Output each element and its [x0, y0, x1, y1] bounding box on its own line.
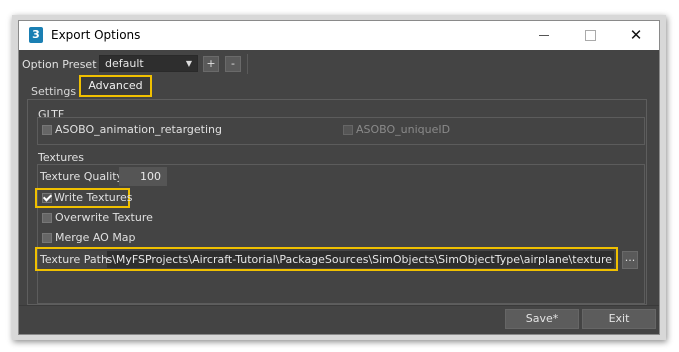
texture-path-value: Documents\MyFSProjects\Aircraft-Tutorial… — [107, 253, 612, 266]
close-icon: ✕ — [629, 26, 643, 44]
window-title: Export Options — [51, 28, 141, 42]
animation-retargeting-label: ASOBO_animation_retargeting — [55, 123, 222, 136]
maximize-icon — [584, 29, 596, 41]
unique-id-label: ASOBO_uniqueID — [356, 123, 451, 136]
save-button[interactable]: Save* — [505, 309, 579, 329]
merge-ao-map-checkbox[interactable] — [42, 233, 52, 243]
export-options-window: 3 Export Options ✕ Option Preset : defau… — [18, 20, 660, 335]
toolbar-separator — [247, 54, 248, 74]
write-textures-label: Write Textures — [54, 191, 133, 204]
title-bar: 3 Export Options ✕ — [19, 21, 659, 50]
texture-quality-spinner[interactable]: 100 — [119, 167, 167, 186]
add-preset-button[interactable]: + — [203, 56, 219, 72]
texture-path-label: Texture Path — [40, 253, 108, 266]
tab-advanced[interactable]: Advanced — [79, 75, 152, 97]
texture-quality-label: Texture Quality — [40, 170, 124, 183]
unique-id-checkbox[interactable] — [343, 125, 353, 135]
minimize-icon — [539, 34, 549, 36]
animation-retargeting-checkbox[interactable] — [42, 125, 52, 135]
merge-ao-map-label: Merge AO Map — [55, 231, 136, 244]
exit-button[interactable]: Exit — [582, 309, 656, 329]
textures-group-title: Textures — [38, 151, 84, 164]
remove-preset-button[interactable]: - — [225, 56, 241, 72]
write-textures-checkbox[interactable] — [42, 193, 52, 203]
minimize-button[interactable] — [521, 21, 567, 50]
overwrite-texture-checkbox[interactable] — [42, 213, 52, 223]
option-preset-label: Option Preset : — [22, 58, 104, 71]
close-button[interactable]: ✕ — [613, 21, 659, 50]
maximize-button[interactable] — [567, 21, 613, 50]
chevron-down-icon: ▼ — [185, 59, 192, 68]
option-preset-value: default — [105, 57, 144, 70]
footer-divider — [19, 305, 659, 306]
option-preset-dropdown[interactable]: default ▼ — [99, 55, 198, 72]
browse-button[interactable]: ... — [622, 251, 638, 269]
texture-path-input[interactable]: Documents\MyFSProjects\Aircraft-Tutorial… — [107, 251, 614, 268]
overwrite-texture-label: Overwrite Texture — [55, 211, 153, 224]
3dsmax-app-icon: 3 — [29, 27, 43, 43]
